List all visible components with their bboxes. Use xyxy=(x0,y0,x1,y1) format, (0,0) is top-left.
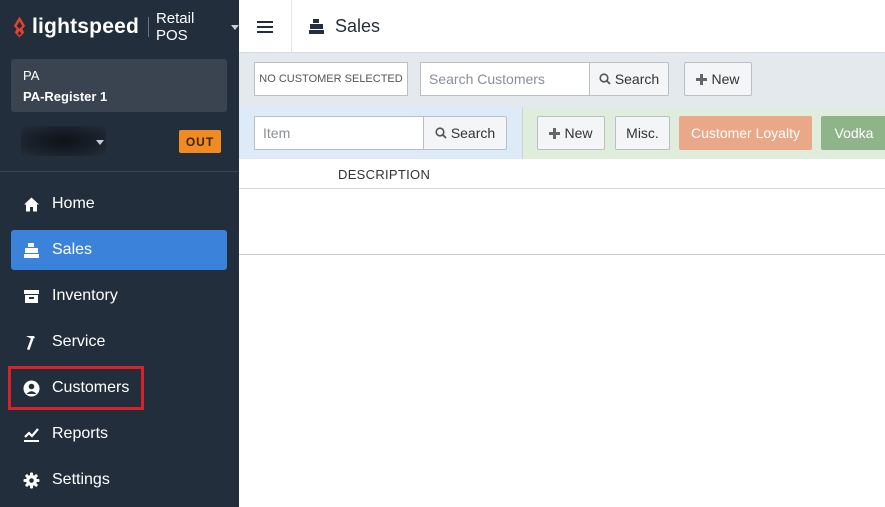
register-icon xyxy=(23,242,40,259)
hamburger-menu-button[interactable] xyxy=(239,0,292,53)
register-info[interactable]: PA PA-Register 1 xyxy=(11,59,227,112)
item-search-label: Search xyxy=(450,125,496,141)
hammer-icon xyxy=(23,334,40,351)
customer-search-input[interactable]: Search Customers xyxy=(420,62,590,96)
product-name: Retail POS xyxy=(155,10,195,44)
quick-button-vodka[interactable]: Vodka xyxy=(821,116,885,150)
brand-divider xyxy=(148,17,149,37)
sidebar-item-service[interactable]: Service xyxy=(11,322,227,362)
page-title: Sales xyxy=(335,16,381,36)
sidebar-item-label: Sales xyxy=(52,241,93,258)
sidebar-item-label: Reports xyxy=(52,425,109,442)
search-icon xyxy=(435,127,447,139)
new-item-label: New xyxy=(564,125,593,141)
item-search-button[interactable]: Search xyxy=(423,116,507,150)
new-customer-button[interactable]: New xyxy=(684,62,752,96)
brand-name: lightspeed xyxy=(31,15,139,38)
item-search-bar: Item Search xyxy=(239,107,522,159)
column-header-description: DESCRIPTION xyxy=(338,167,431,182)
sidebar-item-label: Inventory xyxy=(52,287,118,304)
inventory-icon xyxy=(23,288,40,305)
brand-header[interactable]: lightspeed Retail POS xyxy=(0,0,239,54)
sale-lines-header: DESCRIPTION xyxy=(239,159,885,189)
register-name: PA-Register 1 xyxy=(23,89,108,104)
customer-bar: NO CUSTOMER SELECTED Search Customers Se… xyxy=(239,53,885,107)
new-customer-label: New xyxy=(711,71,740,87)
user-name-redacted[interactable] xyxy=(21,126,106,156)
sale-lines-empty-row xyxy=(239,189,885,255)
quick-button-customer-loyalty[interactable]: Customer Loyalty xyxy=(679,116,812,150)
sidebar-item-home[interactable]: Home xyxy=(11,184,227,224)
sidebar-divider xyxy=(0,171,239,172)
page-title-area: Sales xyxy=(308,0,380,53)
plus-icon xyxy=(549,127,561,139)
sidebar-item-settings[interactable]: Settings xyxy=(11,460,227,500)
misc-item-button[interactable]: Misc. xyxy=(615,116,670,150)
quick-buttons-bar: New Misc. Customer Loyalty Vodka xyxy=(522,107,885,159)
sidebar-item-label: Home xyxy=(52,195,95,212)
flame-logo-icon xyxy=(13,16,26,38)
sidebar: lightspeed Retail POS PA PA-Register 1 O… xyxy=(0,0,239,507)
hamburger-icon xyxy=(257,20,273,33)
sidebar-item-label: Settings xyxy=(52,471,110,488)
customer-search-button[interactable]: Search xyxy=(589,62,669,96)
sidebar-item-label: Service xyxy=(52,333,106,350)
customers-highlight-box xyxy=(8,366,144,410)
sidebar-item-sales[interactable]: Sales xyxy=(11,230,227,270)
chart-line-icon xyxy=(23,426,40,443)
chevron-down-icon[interactable] xyxy=(96,140,104,145)
search-icon xyxy=(599,73,611,85)
new-item-button[interactable]: New xyxy=(537,116,605,150)
item-search-input[interactable]: Item xyxy=(254,116,424,150)
plus-icon xyxy=(696,73,708,85)
clock-status-badge[interactable]: OUT xyxy=(179,130,221,153)
sidebar-item-reports[interactable]: Reports xyxy=(11,414,227,454)
sidebar-item-inventory[interactable]: Inventory xyxy=(11,276,227,316)
customer-search-label: Search xyxy=(614,71,660,87)
register-icon xyxy=(309,19,324,34)
chevron-down-icon xyxy=(230,24,239,30)
user-row: OUT xyxy=(11,120,227,160)
home-icon xyxy=(23,196,40,213)
selected-customer-display[interactable]: NO CUSTOMER SELECTED xyxy=(254,62,408,96)
gear-icon xyxy=(23,472,40,489)
top-bar: Sales xyxy=(239,0,885,53)
pos-app: lightspeed Retail POS PA PA-Register 1 O… xyxy=(0,0,885,507)
register-short-name: PA xyxy=(23,68,40,83)
